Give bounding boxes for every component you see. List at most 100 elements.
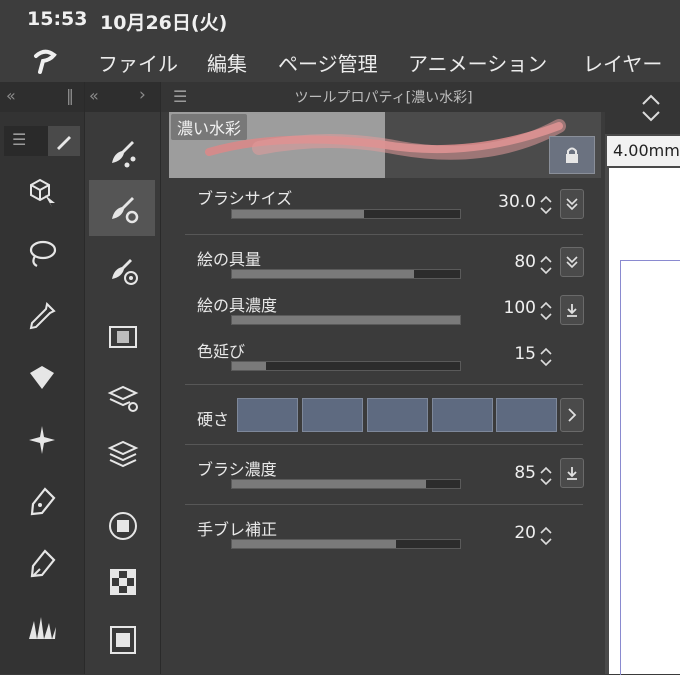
layer-properties-icon[interactable]: [101, 376, 145, 420]
fill-tool-icon[interactable]: [20, 356, 64, 400]
scroll-arrows-icon[interactable]: [639, 90, 663, 126]
brush-size-fill: [232, 210, 365, 218]
paint-density-slider[interactable]: [231, 315, 461, 325]
brush-size-slider[interactable]: [231, 209, 461, 219]
eyedropper-tool-icon[interactable]: [20, 294, 64, 338]
grip-icon[interactable]: ‖: [66, 86, 74, 105]
color-circle-icon[interactable]: [101, 504, 145, 548]
brush-size-spinner-icon[interactable]: [538, 192, 554, 218]
stabilization-fill: [232, 540, 397, 548]
size-readout[interactable]: 4.00mm: [607, 136, 680, 166]
paint-density-download-button[interactable]: [560, 295, 584, 325]
chevron-double-down-icon: [566, 198, 578, 211]
move-3d-tool-icon[interactable]: [20, 170, 64, 214]
brush-size-value[interactable]: 30.0: [486, 192, 536, 212]
tool-palette-tabbar: ☰: [4, 126, 80, 156]
paint-density-fill: [232, 316, 460, 324]
paint-density-label: 絵の具濃度: [197, 296, 278, 315]
layers-icon[interactable]: [101, 432, 145, 476]
tool-palette: « ‖ ☰: [0, 82, 84, 674]
brush-size-label: ブラシサイズ: [197, 189, 293, 208]
grid-tile-icon[interactable]: [101, 560, 145, 604]
color-stretch-fill: [232, 362, 267, 370]
collapse-sub-icon[interactable]: «: [89, 86, 99, 105]
collapse-left-icon[interactable]: «: [6, 86, 16, 105]
paint-density-spinner-icon[interactable]: [538, 298, 554, 324]
hardness-label: 硬さ: [197, 410, 230, 429]
canvas-toolbar: [605, 82, 680, 134]
separator: [185, 384, 583, 385]
color-stretch-label: 色延び: [197, 342, 246, 361]
sub-tool-palette: « ›: [84, 82, 161, 674]
paint-amount-pressure-button[interactable]: [560, 247, 584, 277]
hardness-level-4[interactable]: [432, 398, 493, 432]
pen-nib-tool-icon[interactable]: [20, 480, 64, 524]
paint-amount-label: 絵の具量: [197, 250, 262, 269]
expand-icon[interactable]: ›: [139, 85, 146, 105]
color-stretch-value[interactable]: 15: [486, 344, 536, 364]
brush-density-download-button[interactable]: [560, 458, 584, 488]
menu-edit[interactable]: 編集: [207, 48, 247, 77]
sparkle-tool-icon[interactable]: [20, 418, 64, 462]
menu-layer[interactable]: レイヤー: [583, 48, 662, 77]
separator: [185, 444, 583, 445]
brush-share-icon[interactable]: [101, 130, 145, 174]
paint-amount-fill: [232, 270, 415, 278]
lock-icon: [566, 147, 578, 163]
hardness-next-button[interactable]: [560, 398, 584, 432]
paint-density-value[interactable]: 100: [486, 298, 536, 318]
pen-tab-icon[interactable]: [48, 126, 80, 156]
status-time: 15:53: [27, 8, 88, 30]
paint-amount-spinner-icon[interactable]: [538, 252, 554, 278]
panel-header: ☰ ツールプロパティ[濃い水彩]: [161, 82, 606, 112]
lasso-tool-icon[interactable]: [20, 232, 64, 276]
hardness-level-3[interactable]: [367, 398, 428, 432]
stabilization-label: 手ブレ補正: [197, 520, 278, 539]
tool-palette-header: « ‖: [0, 82, 84, 112]
paint-amount-value[interactable]: 80: [486, 252, 536, 272]
lock-button[interactable]: [549, 136, 595, 174]
stabilization-spinner-icon[interactable]: [538, 523, 554, 549]
download-arrow-icon: [567, 467, 577, 480]
download-arrow-icon: [567, 304, 577, 317]
app-logo-icon[interactable]: [30, 46, 60, 80]
brush-density-label: ブラシ濃度: [197, 460, 277, 479]
paint-amount-slider[interactable]: [231, 269, 461, 279]
hardness-level-1[interactable]: [237, 398, 298, 432]
separator: [185, 234, 583, 235]
status-bar: 15:53 10月26日(火): [0, 0, 680, 40]
grass-tool-icon[interactable]: [20, 604, 64, 648]
stabilization-value[interactable]: 20: [486, 523, 536, 543]
menu-bar: ファイル 編集 ページ管理 アニメーション レイヤー: [0, 40, 680, 82]
brush-density-fill: [232, 480, 426, 488]
canvas-area: 4.00mm: [605, 82, 680, 675]
stabilization-slider[interactable]: [231, 539, 461, 549]
brush-density-value[interactable]: 85: [486, 463, 536, 483]
color-stretch-spinner-icon[interactable]: [538, 344, 554, 370]
brush-target-icon[interactable]: [101, 248, 145, 292]
chevron-double-down-icon: [566, 256, 578, 269]
menu-page[interactable]: ページ管理: [278, 48, 378, 77]
menu-icon[interactable]: ☰: [12, 130, 26, 149]
brush-settings-icon[interactable]: [101, 186, 145, 230]
chevron-right-icon: [568, 408, 577, 422]
separator: [185, 504, 583, 505]
preset-name-label: 濃い水彩: [171, 114, 248, 140]
sub-tool-header: « ›: [85, 82, 161, 112]
hardness-level-2[interactable]: [302, 398, 363, 432]
status-date: 10月26日(火): [100, 12, 228, 34]
hardness-level-5[interactable]: [496, 398, 557, 432]
pen-tool-icon[interactable]: [20, 542, 64, 586]
film-icon[interactable]: [101, 618, 145, 662]
brush-density-spinner-icon[interactable]: [538, 463, 554, 489]
tool-property-panel: ☰ ツールプロパティ[濃い水彩] 濃い水彩 ブラシサイズ 30.0 絵の具量 8…: [160, 82, 606, 674]
brush-preview: 濃い水彩: [169, 112, 601, 178]
brush-size-pressure-button[interactable]: [560, 189, 584, 219]
panel-title: ツールプロパティ[濃い水彩]: [294, 90, 473, 106]
color-stretch-slider[interactable]: [231, 361, 461, 371]
material-folder-icon[interactable]: [101, 314, 145, 358]
brush-density-slider[interactable]: [231, 479, 461, 489]
menu-file[interactable]: ファイル: [98, 48, 178, 77]
canvas-frame-border: [620, 260, 680, 675]
menu-animation[interactable]: アニメーション: [408, 48, 547, 77]
